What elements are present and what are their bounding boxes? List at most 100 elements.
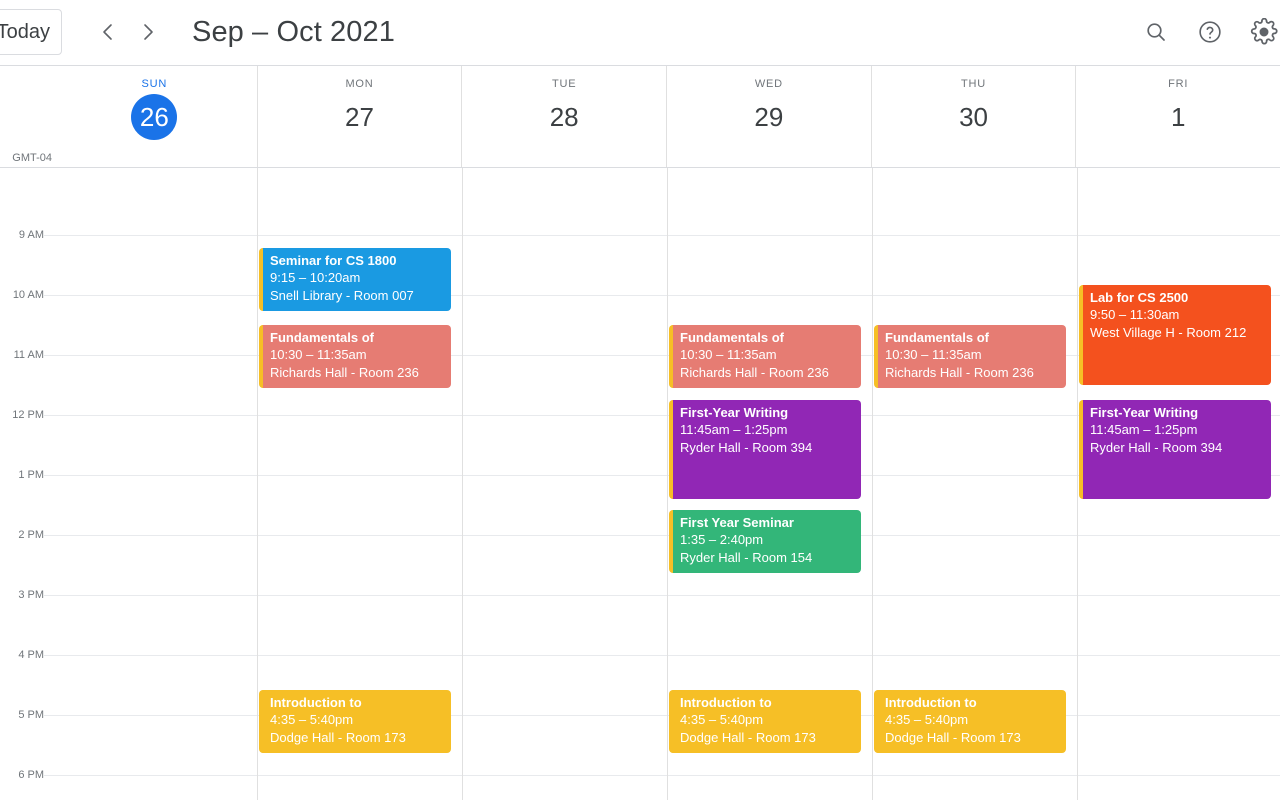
event-location: Dodge Hall - Room 173 — [270, 729, 406, 745]
hour-tick — [44, 355, 52, 356]
time-label: 4 PM — [18, 649, 44, 661]
hour-tick — [44, 655, 52, 656]
top-toolbar: Today Sep – Oct 2021 — [0, 0, 1280, 66]
calendar-period-title: Sep – Oct 2021 — [192, 16, 395, 48]
time-label: 10 AM — [12, 289, 44, 301]
calendar-event[interactable]: First-Year Writing 11:45am – 1:25pm Ryder … — [669, 400, 861, 499]
calendar-event[interactable]: First Year Seminar 1:35 – 2:40pm Ryder Hal… — [669, 510, 861, 573]
time-label: 1 PM — [18, 469, 44, 481]
day-number-today[interactable]: 26 — [131, 94, 178, 140]
event-time: 10:30 – 11:35am — [270, 347, 367, 363]
day-of-week-label: WED — [754, 78, 783, 90]
settings-gear-icon — [1250, 18, 1278, 45]
hour-tick — [44, 295, 52, 296]
toolbar-actions — [1136, 12, 1280, 52]
today-button[interactable]: Today — [0, 9, 62, 55]
time-label: 3 PM — [18, 589, 44, 601]
event-location: West Village H - Room 212 — [1090, 324, 1247, 340]
event-time: 11:45am – 1:25pm — [1090, 422, 1198, 438]
day-header-fri[interactable]: FRI 1 — [1075, 66, 1280, 168]
event-title: Fundamentals of — [270, 330, 375, 345]
calendar-event[interactable]: Fundamentals of 10:30 – 11:35am Richards H… — [669, 325, 861, 388]
event-time: 4:35 – 5:40pm — [270, 712, 354, 728]
search-button[interactable] — [1136, 12, 1176, 52]
event-location: Dodge Hall - Room 173 — [885, 729, 1021, 745]
time-label: 12 PM — [12, 409, 44, 421]
event-time: 10:30 – 11:35am — [680, 347, 777, 363]
calendar-event[interactable]: Seminar for CS 1800 9:15 – 10:20am Snell L… — [259, 248, 451, 311]
help-button[interactable] — [1190, 12, 1230, 52]
grid-columns: Seminar for CS 1800 9:15 – 10:20am Snell L… — [44, 168, 1280, 800]
previous-period-button[interactable] — [90, 14, 126, 50]
calendar-app: Today Sep – Oct 2021 GMT-04 SUN 26 MON 2… — [0, 0, 1280, 800]
event-location: Ryder Hall - Room 394 — [1090, 439, 1223, 455]
time-label: 11 AM — [13, 349, 44, 361]
search-icon — [1147, 23, 1165, 41]
day-columns-header: SUN 26 MON 27 TUE 28 WED 29 THU 30 FRI 1 — [52, 66, 1280, 168]
event-title: Lab for CS 2500 — [1090, 290, 1189, 305]
hour-tick — [44, 595, 52, 596]
calendar-event[interactable]: Fundamentals of 10:30 – 11:35am Richards H… — [259, 325, 451, 388]
event-location: Ryder Hall - Room 154 — [680, 549, 813, 565]
day-column-sun[interactable] — [52, 168, 257, 800]
hour-tick — [44, 235, 52, 236]
day-of-week-label: MON — [345, 78, 374, 90]
chevron-left-icon — [103, 24, 112, 40]
day-number-wrap: 27 — [258, 94, 462, 140]
day-number[interactable]: 1 — [1076, 94, 1280, 140]
calendar-event[interactable]: Introduction to 4:35 – 5:40pm Dodge Hall -… — [259, 690, 451, 753]
help-icon — [1199, 21, 1221, 43]
day-column-tue[interactable] — [462, 168, 667, 800]
chevron-right-icon — [144, 24, 153, 40]
day-number[interactable]: 28 — [462, 94, 666, 140]
hour-tick — [44, 415, 52, 416]
event-location: Snell Library - Room 007 — [270, 287, 414, 303]
time-label: 9 AM — [18, 229, 44, 241]
event-title: Introduction to — [680, 695, 772, 710]
time-label: 2 PM — [18, 529, 44, 541]
event-title: Fundamentals of — [885, 330, 990, 345]
event-title: First Year Seminar — [680, 515, 794, 530]
hour-tick — [44, 535, 52, 536]
day-number-wrap: 1 — [1076, 94, 1280, 140]
event-location: Richards Hall - Room 236 — [885, 364, 1034, 380]
event-title: Seminar for CS 1800 — [270, 253, 397, 268]
event-location: Richards Hall - Room 236 — [270, 364, 419, 380]
calendar-event[interactable]: First-Year Writing 11:45am – 1:25pm Ryder … — [1079, 400, 1271, 499]
time-gutter: 9 AM 10 AM 11 AM 12 PM 1 PM 2 PM 3 PM 4 PM 5 PM 6… — [0, 168, 52, 800]
day-header-thu[interactable]: THU 30 — [870, 66, 1076, 168]
calendar-event[interactable]: Lab for CS 2500 9:50 – 11:30am West Villag… — [1079, 285, 1271, 385]
time-label: 5 PM — [18, 709, 44, 721]
day-number[interactable]: 29 — [667, 94, 871, 140]
time-label: 6 PM — [18, 769, 44, 781]
day-header-tue[interactable]: TUE 28 — [461, 66, 666, 168]
calendar-event[interactable]: Introduction to 4:35 – 5:40pm Dodge Hall -… — [874, 690, 1066, 753]
calendar-event[interactable]: Fundamentals of 10:30 – 11:35am Richards H… — [874, 325, 1066, 388]
day-number[interactable]: 27 — [258, 94, 462, 140]
event-title: Introduction to — [270, 695, 362, 710]
event-time: 4:35 – 5:40pm — [680, 712, 764, 728]
event-location: Ryder Hall - Room 394 — [680, 439, 813, 455]
day-header-sun[interactable]: SUN 26 — [52, 66, 257, 168]
event-time: 1:35 – 2:40pm — [680, 532, 764, 548]
day-header-wed[interactable]: WED 29 — [666, 66, 871, 168]
hour-tick — [44, 775, 52, 776]
event-title: First-Year Writing — [680, 405, 789, 420]
day-number-wrap: 29 — [667, 94, 871, 140]
event-time: 11:45am – 1:25pm — [680, 422, 788, 438]
event-location: Dodge Hall - Room 173 — [680, 729, 816, 745]
event-time: 10:30 – 11:35am — [885, 347, 982, 363]
day-header-mon[interactable]: MON 27 — [256, 66, 462, 168]
day-number[interactable]: 30 — [872, 94, 1076, 140]
event-time: 9:15 – 10:20am — [270, 270, 361, 286]
event-time: 9:50 – 11:30am — [1090, 307, 1180, 323]
event-title: Introduction to — [885, 695, 977, 710]
event-time: 4:35 – 5:40pm — [885, 712, 969, 728]
timezone-label: GMT-04 — [12, 152, 52, 164]
calendar-event[interactable]: Introduction to 4:35 – 5:40pm Dodge Hall -… — [669, 690, 861, 753]
next-period-button[interactable] — [130, 14, 166, 50]
settings-button[interactable] — [1244, 12, 1280, 52]
event-title: First-Year Writing — [1090, 405, 1199, 420]
day-of-week-label: TUE — [551, 78, 577, 90]
time-grid: 9 AM 10 AM 11 AM 12 PM 1 PM 2 PM 3 PM 4 PM 5 PM 6… — [0, 168, 1280, 800]
